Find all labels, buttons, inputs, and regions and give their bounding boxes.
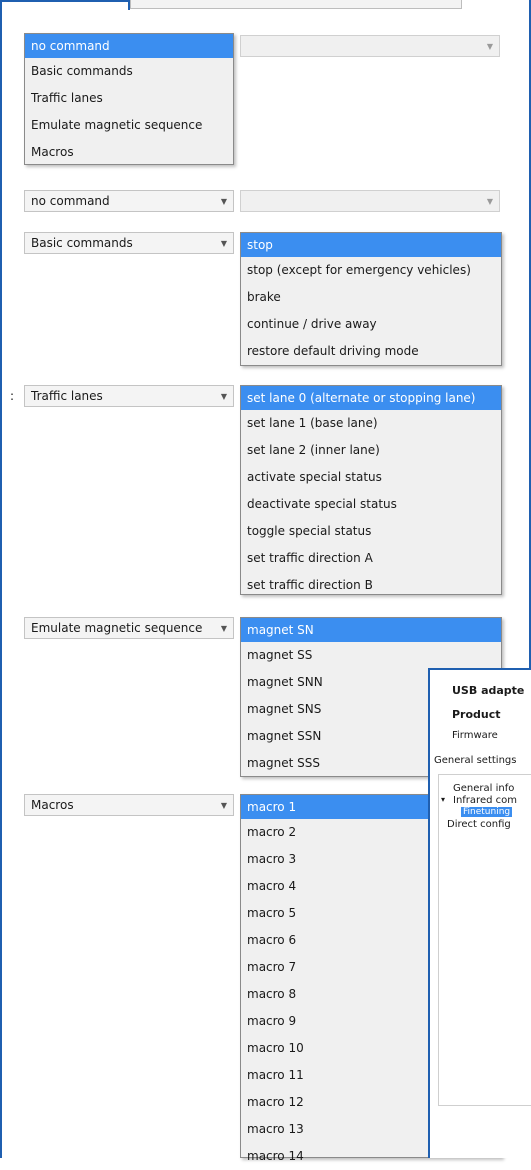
option-brake[interactable]: brake [241,284,501,311]
option-deactivate-special[interactable]: deactivate special status [241,491,501,518]
option-stop-except-emergency[interactable]: stop (except for emergency vehicles) [241,257,501,284]
general-settings-tab[interactable]: General settings [434,755,516,766]
command-type-combo-3[interactable]: Basic commands ▼ [24,232,234,254]
option-magnet-ss[interactable]: magnet SS [241,642,501,669]
tree-item-direct-config[interactable]: Direct config [447,819,511,830]
command-type-combo-4[interactable]: Traffic lanes ▼ [24,385,234,407]
chevron-down-icon[interactable]: ▼ [481,197,499,206]
product-label: Product [452,708,501,721]
chevron-down-icon[interactable]: ▼ [215,197,233,206]
chevron-down-icon[interactable]: ▼ [215,392,233,401]
option-continue[interactable]: continue / drive away [241,311,501,338]
menu-item-no-command[interactable]: no command [25,34,233,58]
frame-left-edge [0,0,2,1158]
chevron-down-icon[interactable]: ▼ [215,239,233,248]
option-direction-b[interactable]: set traffic direction B [241,572,501,599]
option-toggle-special[interactable]: toggle special status [241,518,501,545]
option-restore-default[interactable]: restore default driving mode [241,338,501,365]
menu-item-macros[interactable]: Macros [25,139,233,166]
command-type-combo-5[interactable]: Emulate magnetic sequence ▼ [24,617,234,639]
command-type-menu[interactable]: no command Basic commands Traffic lanes … [24,33,234,165]
top-input-strip [130,0,462,9]
config-window-panel: USB adapte Product Firmware General sett… [428,668,531,1158]
chevron-down-icon[interactable]: ▼ [215,624,233,633]
chevron-down-icon[interactable]: ▼ [481,42,499,51]
command-parameter-combo-1[interactable]: ▼ [240,35,500,57]
option-set-lane-0[interactable]: set lane 0 (alternate or stopping lane) [241,386,501,410]
option-set-lane-1[interactable]: set lane 1 (base lane) [241,410,501,437]
tree-item-infrared[interactable]: Infrared com [453,795,517,806]
command-type-combo-6[interactable]: Macros ▼ [24,794,234,816]
usb-adapter-label: USB adapte [452,684,525,697]
tree-item-general-info[interactable]: General info [453,783,514,794]
frame-top-left [0,0,132,2]
option-activate-special[interactable]: activate special status [241,464,501,491]
combo-value: no command [31,194,110,208]
command-parameter-combo-2[interactable]: ▼ [240,190,500,212]
option-set-lane-2[interactable]: set lane 2 (inner lane) [241,437,501,464]
combo-value: Macros [31,798,74,812]
combo-value: Emulate magnetic sequence [31,621,203,635]
menu-item-traffic-lanes[interactable]: Traffic lanes [25,85,233,112]
combo-value: Traffic lanes [31,389,103,403]
menu-item-basic-commands[interactable]: Basic commands [25,58,233,85]
option-stop[interactable]: stop [241,233,501,257]
option-magnet-sn[interactable]: magnet SN [241,618,501,642]
settings-tree[interactable]: General info ▾ Infrared com Finetuning D… [438,774,531,1106]
menu-item-emulate-magnetic[interactable]: Emulate magnetic sequence [25,112,233,139]
tree-item-finetuning[interactable]: Finetuning [461,807,513,817]
tree-expand-icon[interactable]: ▾ [441,795,445,804]
basic-commands-menu[interactable]: stop stop (except for emergency vehicles… [240,232,502,366]
combo-value: Basic commands [31,236,133,250]
row-prefix-colon: : [10,389,15,403]
option-direction-a[interactable]: set traffic direction A [241,545,501,572]
command-type-combo-2[interactable]: no command ▼ [24,190,234,212]
traffic-lanes-menu[interactable]: set lane 0 (alternate or stopping lane) … [240,385,502,595]
chevron-down-icon[interactable]: ▼ [215,801,233,810]
firmware-label: Firmware [452,730,498,741]
